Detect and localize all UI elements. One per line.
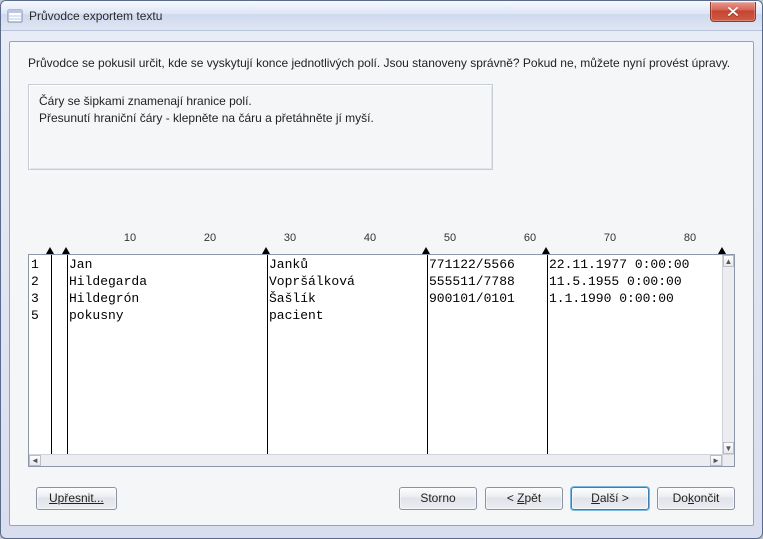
row-number: 1 — [29, 257, 51, 274]
finish-button[interactable]: Dokončit — [657, 487, 735, 510]
vertical-scrollbar[interactable]: ▲ ▼ — [722, 255, 734, 454]
horizontal-scrollbar[interactable]: ◄ ► — [29, 454, 722, 466]
cell: 900101/0101 — [427, 291, 515, 308]
data-grid[interactable]: 1235 Jan Janků 771122/5566 22.11.1977 0:00:… — [28, 254, 735, 467]
cell: Hildegarda — [67, 274, 147, 291]
ruler-mark: 50 — [444, 232, 456, 244]
advanced-button[interactable]: Upřesnit... — [36, 487, 117, 510]
button-row: Upřesnit... Storno < Zpět Další > Dokonč… — [28, 485, 735, 511]
titlebar[interactable]: Průvodce exportem textu — [1, 1, 762, 31]
cell: 11.5.1955 0:00:00 — [547, 274, 682, 291]
cell: Jan — [67, 257, 92, 274]
intro-text: Průvodce se pokusil určit, kde se vyskyt… — [28, 56, 735, 70]
ruler-mark: 20 — [204, 232, 216, 244]
help-box: Čáry se šipkami znamenají hranice polí. … — [28, 84, 493, 170]
break-arrow[interactable] — [542, 247, 550, 254]
window-title: Průvodce exportem textu — [29, 9, 162, 23]
column-break-line[interactable] — [51, 255, 52, 454]
break-arrow[interactable] — [718, 247, 726, 254]
scroll-up-button[interactable]: ▲ — [723, 255, 734, 267]
close-button[interactable] — [710, 2, 756, 22]
data-area[interactable]: JanJanků771122/556622.11.1977 0:00:00111… — [51, 255, 722, 454]
next-button[interactable]: Další > — [571, 487, 649, 510]
row-number: 3 — [29, 291, 51, 308]
row-number: 5 — [29, 308, 51, 325]
ruler-mark: 70 — [604, 232, 616, 244]
cell: Šašlík — [267, 291, 316, 308]
preview-area: 10 20 30 40 50 60 70 80 1235 Jan Janků 771122/556… — [28, 232, 735, 467]
cell: 22.11.1977 0:00:00 — [547, 257, 689, 274]
back-button[interactable]: < Zpět — [485, 487, 563, 510]
break-arrow[interactable] — [46, 247, 54, 254]
cell — [547, 308, 549, 325]
row-number: 2 — [29, 274, 51, 291]
cell: 1.1.1990 0:00:00 — [547, 291, 674, 308]
ruler-mark: 10 — [124, 232, 136, 244]
scroll-down-button[interactable]: ▼ — [723, 442, 734, 454]
ruler-mark: 30 — [284, 232, 296, 244]
cell: 555511/7788 — [427, 274, 515, 291]
scroll-left-button[interactable]: ◄ — [29, 455, 41, 466]
ruler[interactable]: 10 20 30 40 50 60 70 80 — [28, 232, 735, 254]
cell: Hildegrón — [67, 291, 139, 308]
break-arrow[interactable] — [62, 247, 70, 254]
ruler-mark: 40 — [364, 232, 376, 244]
cell: pacient — [267, 308, 324, 325]
cancel-button[interactable]: Storno — [399, 487, 477, 510]
scroll-right-button[interactable]: ► — [710, 455, 722, 466]
client-area: Průvodce se pokusil určit, kde se vyskyt… — [9, 41, 754, 526]
cell: pokusny — [67, 308, 124, 325]
help-line-2: Přesunutí hraniční čáry - klepněte na čá… — [39, 110, 482, 127]
cell: Janků — [267, 257, 308, 274]
ruler-mark: 80 — [684, 232, 696, 244]
scroll-corner — [722, 454, 734, 466]
help-line-1: Čáry se šipkami znamenají hranice polí. — [39, 93, 482, 110]
ruler-mark: 60 — [524, 232, 536, 244]
break-arrow[interactable] — [262, 247, 270, 254]
wizard-window: Průvodce exportem textu Průvodce se poku… — [0, 0, 763, 539]
app-icon — [7, 8, 23, 24]
cell: 771122/5566 — [427, 257, 515, 274]
row-numbers: 1235 — [29, 255, 51, 454]
ruler-arrows[interactable] — [28, 246, 723, 254]
cell — [427, 308, 429, 325]
break-arrow[interactable] — [422, 247, 430, 254]
cell: Vopršálková — [267, 274, 355, 291]
